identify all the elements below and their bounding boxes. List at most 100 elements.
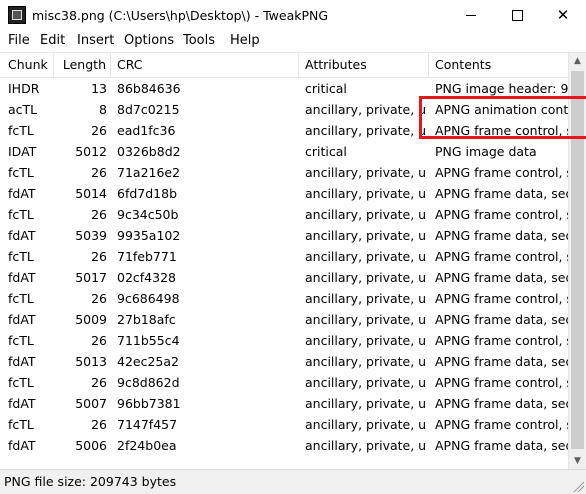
table-row[interactable]: fdAT 5009 27b18afc ancillary, private, u...… bbox=[0, 309, 568, 330]
cell-chunk: fcTL bbox=[8, 333, 34, 348]
cell-contents: APNG frame control, s bbox=[435, 333, 568, 348]
cell-crc: 2f24b0ea bbox=[117, 438, 177, 453]
cell-contents: PNG image header: 90 bbox=[435, 81, 568, 96]
column-header-crc[interactable]: CRC bbox=[111, 53, 299, 77]
table-row[interactable]: fcTL 26 9c8d862d ancillary, private, u... AP… bbox=[0, 372, 568, 393]
table-row[interactable]: IDAT 5012 0326b8d2 critical PNG image data bbox=[0, 141, 568, 162]
cell-chunk: fcTL bbox=[8, 123, 34, 138]
cell-length: 8 bbox=[99, 102, 107, 117]
cell-chunk: fcTL bbox=[8, 207, 34, 222]
cell-attributes: ancillary, private, u... bbox=[305, 354, 425, 369]
scrollbar-thumb[interactable] bbox=[571, 71, 584, 449]
cell-attributes: ancillary, private, u... bbox=[305, 102, 425, 117]
table-row[interactable]: fdAT 5014 6fd7d18b ancillary, private, u...… bbox=[0, 183, 568, 204]
cell-crc: 96bb7381 bbox=[117, 396, 181, 411]
menu-edit[interactable]: Edit bbox=[40, 33, 65, 48]
close-button[interactable]: ✕ bbox=[540, 0, 586, 30]
table-row[interactable]: fcTL 26 71a216e2 ancillary, private, u... AP… bbox=[0, 162, 568, 183]
scroll-up-arrow-icon[interactable]: ▲ bbox=[569, 53, 586, 70]
minimize-button[interactable] bbox=[448, 0, 494, 30]
table-row[interactable]: fcTL 26 71feb771 ancillary, private, u... AP… bbox=[0, 246, 568, 267]
table-row[interactable]: fcTL 26 9c686498 ancillary, private, u... AP… bbox=[0, 288, 568, 309]
column-header-length[interactable]: Length bbox=[54, 53, 111, 77]
table-row[interactable]: fcTL 26 7147f457 ancillary, private, u... AP… bbox=[0, 414, 568, 435]
table-row[interactable]: fcTL 26 711b55c4 ancillary, private, u... AP… bbox=[0, 330, 568, 351]
cell-crc: 42ec25a2 bbox=[117, 354, 179, 369]
cell-crc: 9935a102 bbox=[117, 228, 181, 243]
cell-length: 5039 bbox=[75, 228, 107, 243]
table-row[interactable]: fdAT 5006 2f24b0ea ancillary, private, u...… bbox=[0, 435, 568, 456]
cell-crc: 71a216e2 bbox=[117, 165, 181, 180]
cell-contents: APNG frame control, s bbox=[435, 375, 568, 390]
cell-crc: 27b18afc bbox=[117, 312, 176, 327]
resize-grip-icon[interactable] bbox=[572, 480, 584, 492]
cell-attributes: ancillary, private, u... bbox=[305, 291, 425, 306]
cell-length: 5007 bbox=[75, 396, 107, 411]
menu-file[interactable]: File bbox=[8, 33, 30, 48]
cell-crc: 8d7c0215 bbox=[117, 102, 180, 117]
cell-length: 26 bbox=[91, 333, 107, 348]
cell-chunk: acTL bbox=[8, 102, 38, 117]
table-row[interactable]: IHDR 13 86b84636 critical PNG image header: … bbox=[0, 78, 568, 99]
maximize-button[interactable] bbox=[494, 0, 540, 30]
chunk-list[interactable]: Chunk Length CRC Attributes Contents IHD… bbox=[0, 52, 586, 470]
cell-attributes: ancillary, private, u... bbox=[305, 249, 425, 264]
cell-contents: APNG frame control, s bbox=[435, 207, 568, 222]
column-header-attributes[interactable]: Attributes bbox=[299, 53, 429, 77]
cell-attributes: ancillary, private, u... bbox=[305, 207, 425, 222]
scroll-down-arrow-icon[interactable]: ▼ bbox=[569, 453, 586, 470]
table-row[interactable]: fdAT 5013 42ec25a2 ancillary, private, u...… bbox=[0, 351, 568, 372]
menu-bar: File Edit Insert Options Tools Help bbox=[0, 30, 586, 52]
cell-length: 26 bbox=[91, 417, 107, 432]
table-row[interactable]: fcTL 26 9c34c50b ancillary, private, u... AP… bbox=[0, 204, 568, 225]
cell-length: 5013 bbox=[75, 354, 107, 369]
cell-attributes: ancillary, private, u... bbox=[305, 186, 425, 201]
maximize-icon bbox=[511, 10, 523, 21]
chunk-rows: IHDR 13 86b84636 critical PNG image header: … bbox=[0, 78, 568, 456]
cell-contents: APNG frame control, s bbox=[435, 165, 568, 180]
window-title: misc38.png (C:\Users\hp\Desktop\) - Twea… bbox=[32, 8, 329, 23]
cell-length: 26 bbox=[91, 249, 107, 264]
cell-length: 26 bbox=[91, 165, 107, 180]
cell-contents: PNG image data bbox=[435, 144, 537, 159]
cell-crc: 71feb771 bbox=[117, 249, 177, 264]
cell-chunk: fdAT bbox=[8, 228, 36, 243]
list-header: Chunk Length CRC Attributes Contents bbox=[0, 53, 568, 78]
table-row[interactable]: fdAT 5007 96bb7381 ancillary, private, u...… bbox=[0, 393, 568, 414]
cell-crc: 711b55c4 bbox=[117, 333, 180, 348]
close-icon: ✕ bbox=[556, 6, 570, 24]
table-row[interactable]: fdAT 5039 9935a102 ancillary, private, u...… bbox=[0, 225, 568, 246]
cell-chunk: IDAT bbox=[8, 144, 37, 159]
cell-attributes: ancillary, private, u... bbox=[305, 165, 425, 180]
cell-attributes: ancillary, private, u... bbox=[305, 312, 425, 327]
menu-help[interactable]: Help bbox=[230, 33, 260, 48]
column-header-contents[interactable]: Contents bbox=[429, 53, 568, 77]
table-row[interactable]: fdAT 5017 02cf4328 ancillary, private, u...… bbox=[0, 267, 568, 288]
cell-contents: APNG frame data, seq bbox=[435, 228, 568, 243]
cell-contents: APNG frame data, seq bbox=[435, 354, 568, 369]
cell-crc: 0326b8d2 bbox=[117, 144, 181, 159]
cell-length: 5006 bbox=[75, 438, 107, 453]
tweakpng-app-icon[interactable] bbox=[8, 6, 26, 24]
cell-chunk: fdAT bbox=[8, 438, 36, 453]
cell-crc: 02cf4328 bbox=[117, 270, 176, 285]
cell-length: 13 bbox=[91, 81, 107, 96]
cell-chunk: fdAT bbox=[8, 186, 36, 201]
table-row[interactable]: fcTL 26 ead1fc36 ancillary, private, u... AP… bbox=[0, 120, 568, 141]
vertical-scrollbar[interactable]: ▲ ▼ bbox=[568, 53, 586, 470]
title-bar: misc38.png (C:\Users\hp\Desktop\) - Twea… bbox=[0, 0, 586, 30]
cell-attributes: ancillary, private, u... bbox=[305, 375, 425, 390]
cell-chunk: fcTL bbox=[8, 165, 34, 180]
cell-chunk: fcTL bbox=[8, 249, 34, 264]
cell-length: 26 bbox=[91, 123, 107, 138]
menu-insert[interactable]: Insert bbox=[77, 33, 114, 48]
cell-contents: APNG frame control, s bbox=[435, 291, 568, 306]
cell-chunk: fdAT bbox=[8, 354, 36, 369]
menu-tools[interactable]: Tools bbox=[183, 33, 215, 48]
cell-chunk: fcTL bbox=[8, 417, 34, 432]
cell-attributes: ancillary, private, u... bbox=[305, 396, 425, 411]
table-row[interactable]: acTL 8 8d7c0215 ancillary, private, u... APN… bbox=[0, 99, 568, 120]
column-header-chunk[interactable]: Chunk bbox=[0, 53, 54, 77]
menu-options[interactable]: Options bbox=[124, 33, 174, 48]
cell-crc: 9c686498 bbox=[117, 291, 180, 306]
